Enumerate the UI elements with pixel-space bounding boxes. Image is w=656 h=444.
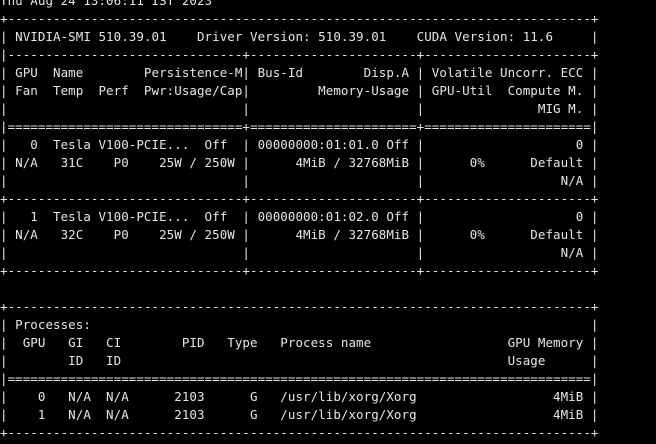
gpu-column-header-row-1: | GPU Name Persistence-M| Bus-Id Disp.A … bbox=[0, 65, 599, 80]
processes-header-row-1: | GPU GI CI PID Type Process name GPU Me… bbox=[0, 335, 599, 350]
terminal-window[interactable]: Thu Aug 24 13:06:11 IST 2023 +----------… bbox=[0, 0, 656, 444]
gpu-1-row-1: | 1 Tesla V100-PCIE... Off | 00000000:01… bbox=[0, 209, 599, 224]
gpu-divider: +-------------------------------+-------… bbox=[0, 191, 599, 206]
table-top-border: +---------------------------------------… bbox=[0, 11, 599, 26]
gpu-table-bottom-border: +-------------------------------+-------… bbox=[0, 263, 599, 278]
timestamp-line: Thu Aug 24 13:06:11 IST 2023 bbox=[0, 0, 213, 8]
gpu-1-row-2: | N/A 32C P0 25W / 250W | 4MiB / 32768Mi… bbox=[0, 227, 599, 242]
gpu-0-row-1: | 0 Tesla V100-PCIE... Off | 00000000:01… bbox=[0, 137, 599, 152]
processes-title-row: | Processes: | bbox=[0, 317, 599, 332]
gpu-0-row-3: | | | N/A | bbox=[0, 173, 599, 188]
gpu-1-row-3: | | | N/A | bbox=[0, 245, 599, 260]
process-row: | 0 N/A N/A 2103 G /usr/lib/xorg/Xorg 4M… bbox=[0, 389, 599, 404]
processes-top-border: +---------------------------------------… bbox=[0, 299, 599, 314]
gpu-column-header-row-3: | | | MIG M. | bbox=[0, 101, 599, 116]
processes-header-row-2: | ID ID Usage | bbox=[0, 353, 599, 368]
gpu-column-header-row-2: | Fan Temp Perf Pwr:Usage/Cap| Memory-Us… bbox=[0, 83, 599, 98]
gpu-0-row-2: | N/A 31C P0 25W / 250W | 4MiB / 32768Mi… bbox=[0, 155, 599, 170]
processes-bottom-border: +---------------------------------------… bbox=[0, 425, 599, 440]
version-header-row: | NVIDIA-SMI 510.39.01 Driver Version: 5… bbox=[0, 29, 599, 44]
table-divider: |-------------------------------+-------… bbox=[0, 47, 599, 62]
blank-line bbox=[0, 280, 656, 298]
processes-header-separator: |=======================================… bbox=[0, 371, 599, 386]
header-separator: |===============================+=======… bbox=[0, 119, 599, 134]
process-row: | 1 N/A N/A 2103 G /usr/lib/xorg/Xorg 4M… bbox=[0, 407, 599, 422]
